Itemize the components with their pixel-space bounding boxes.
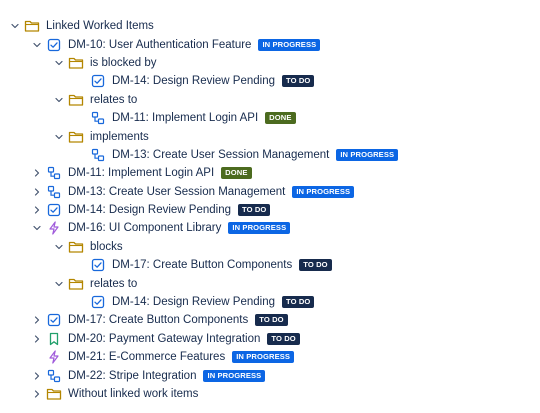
status-badge-to-do: TO DO	[282, 75, 315, 88]
status-badge-in-progress: IN PROGRESS	[228, 222, 291, 235]
tree-row[interactable]: DM-17: Create Button Components TO DO	[0, 311, 540, 329]
tree-row-label[interactable]: DM-14: Design Review Pending	[112, 295, 275, 309]
linked-work-items-tree: Linked Worked Items DM-10: User Authenti…	[0, 17, 540, 403]
tree-row-label[interactable]: DM-22: Stripe Integration	[68, 369, 196, 383]
tree-row-label[interactable]: DM-10: User Authentication Feature	[68, 38, 251, 52]
tree-row[interactable]: DM-17: Create Button Components TO DO	[0, 256, 540, 274]
tree-row[interactable]: DM-14: Design Review Pending TO DO	[0, 201, 540, 219]
tree-row-label[interactable]: DM-13: Create User Session Management	[68, 185, 285, 199]
status-badge-to-do: TO DO	[282, 296, 315, 309]
tree-rows: DM-10: User Authentication Feature IN PRO…	[0, 35, 540, 403]
tree-row[interactable]: is blocked by	[0, 54, 540, 72]
chevron-right-icon[interactable]	[30, 166, 44, 180]
status-badge-to-do: TO DO	[299, 259, 332, 272]
status-badge-to-do: TO DO	[238, 204, 271, 217]
tree-row[interactable]: DM-11: Implement Login API DONE	[0, 109, 540, 127]
folder-icon	[68, 92, 84, 108]
tree-row[interactable]: relates to	[0, 91, 540, 109]
subtask-icon	[46, 165, 62, 181]
story-checkbox-icon	[90, 294, 106, 310]
tree-row-label: Without linked work items	[68, 388, 199, 400]
tree-row[interactable]: DM-20: Payment Gateway Integration TO DO	[0, 330, 540, 348]
story-checkbox-icon	[46, 202, 62, 218]
chevron-right-icon[interactable]	[30, 387, 44, 401]
chevron-down-icon[interactable]	[52, 277, 66, 291]
chevron-down-icon[interactable]	[52, 56, 66, 70]
tree-row-label[interactable]: DM-21: E-Commerce Features	[68, 350, 225, 364]
tree-row-label[interactable]: DM-16: UI Component Library	[68, 221, 221, 235]
tree-row-label[interactable]: DM-14: Design Review Pending	[68, 203, 231, 217]
tree-row[interactable]: DM-13: Create User Session Management IN …	[0, 146, 540, 164]
chevron-down-icon[interactable]	[52, 130, 66, 144]
tree-row[interactable]: DM-14: Design Review Pending TO DO	[0, 72, 540, 90]
chevron-down-icon[interactable]	[52, 240, 66, 254]
status-badge-done: DONE	[221, 167, 252, 180]
folder-icon	[46, 386, 62, 402]
subtask-icon	[90, 147, 106, 163]
epic-lightning-icon	[46, 349, 62, 365]
chevron-down-icon[interactable]	[8, 19, 22, 33]
folder-icon	[68, 239, 84, 255]
tree-row[interactable]: DM-21: E-Commerce Features IN PROGRESS	[0, 348, 540, 366]
epic-lightning-icon	[46, 220, 62, 236]
tree-row[interactable]: DM-14: Design Review Pending TO DO	[0, 293, 540, 311]
chevron-right-icon[interactable]	[30, 332, 44, 346]
chevron-down-icon[interactable]	[30, 38, 44, 52]
chevron-right-icon[interactable]	[30, 313, 44, 327]
folder-icon	[68, 55, 84, 71]
tree-row[interactable]: implements	[0, 127, 540, 145]
tree-row[interactable]: DM-22: Stripe Integration IN PROGRESS	[0, 366, 540, 384]
status-badge-to-do: TO DO	[255, 314, 288, 327]
status-badge-in-progress: IN PROGRESS	[258, 38, 321, 51]
tree-row-label: blocks	[90, 240, 123, 253]
tree-row-label: is blocked by	[90, 56, 157, 69]
tree-row[interactable]: DM-13: Create User Session Management IN …	[0, 183, 540, 201]
tree-row-label: implements	[90, 130, 149, 143]
tree-row-label[interactable]: DM-13: Create User Session Management	[112, 148, 329, 162]
subtask-icon	[46, 184, 62, 200]
tree-row-label[interactable]: DM-14: Design Review Pending	[112, 74, 275, 88]
tree-row[interactable]: DM-10: User Authentication Feature IN PRO…	[0, 35, 540, 53]
story-checkbox-icon	[46, 312, 62, 328]
status-badge-to-do: TO DO	[267, 332, 300, 345]
status-badge-in-progress: IN PROGRESS	[232, 351, 295, 364]
tree-root-label: Linked Worked Items	[46, 20, 154, 33]
tree-row[interactable]: DM-11: Implement Login API DONE	[0, 164, 540, 182]
subtask-icon	[90, 110, 106, 126]
folder-icon	[68, 276, 84, 292]
tree-row[interactable]: Without linked work items	[0, 385, 540, 403]
folder-icon	[24, 18, 40, 34]
chevron-down-icon[interactable]	[52, 93, 66, 107]
tree-row[interactable]: blocks	[0, 238, 540, 256]
chevron-right-icon[interactable]	[30, 203, 44, 217]
tree-row-label: relates to	[90, 93, 138, 106]
tree-row-label[interactable]: DM-11: Implement Login API	[112, 111, 258, 125]
chevron-down-icon[interactable]	[30, 221, 44, 235]
story-checkbox-icon	[90, 257, 106, 273]
tree-row-label[interactable]: DM-17: Create Button Components	[68, 313, 248, 327]
chevron-right-icon[interactable]	[30, 369, 44, 383]
tree-row[interactable]: DM-16: UI Component Library IN PROGRESS	[0, 219, 540, 237]
tree-root-row[interactable]: Linked Worked Items	[0, 17, 540, 35]
chevron-right-icon[interactable]	[30, 185, 44, 199]
status-badge-done: DONE	[265, 112, 296, 125]
tree-row-label[interactable]: DM-17: Create Button Components	[112, 258, 292, 272]
tree-row-label[interactable]: DM-11: Implement Login API	[68, 166, 214, 180]
folder-icon	[68, 129, 84, 145]
status-badge-in-progress: IN PROGRESS	[336, 148, 399, 161]
tree-row[interactable]: relates to	[0, 274, 540, 292]
status-badge-in-progress: IN PROGRESS	[292, 185, 355, 198]
tree-row-label[interactable]: DM-20: Payment Gateway Integration	[68, 332, 260, 346]
story-checkbox-icon	[46, 37, 62, 53]
subtask-icon	[46, 368, 62, 384]
bookmark-icon	[46, 331, 62, 347]
status-badge-in-progress: IN PROGRESS	[203, 369, 266, 382]
tree-row-label: relates to	[90, 277, 138, 290]
story-checkbox-icon	[90, 73, 106, 89]
